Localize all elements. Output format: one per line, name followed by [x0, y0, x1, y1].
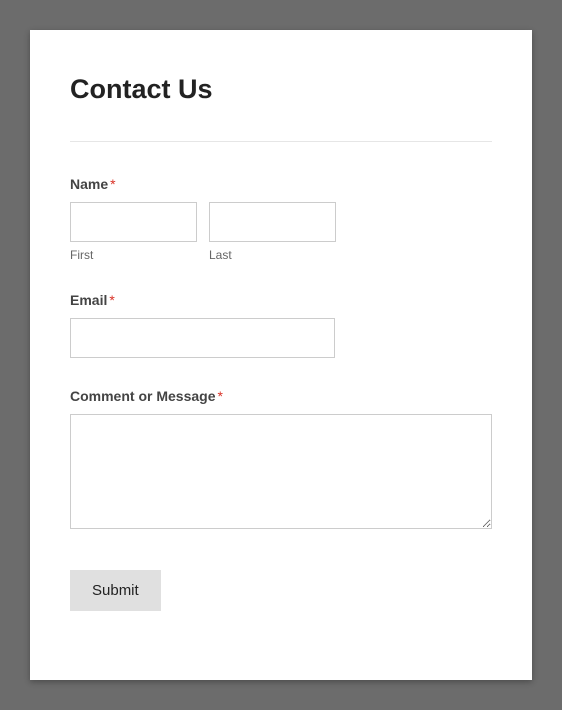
message-field-group: Comment or Message* — [70, 388, 492, 534]
required-marker: * — [109, 292, 114, 308]
message-label: Comment or Message* — [70, 388, 492, 404]
required-marker: * — [110, 176, 115, 192]
first-name-input[interactable] — [70, 202, 197, 242]
first-name-sublabel: First — [70, 248, 197, 262]
message-label-text: Comment or Message — [70, 388, 215, 404]
last-name-input[interactable] — [209, 202, 336, 242]
email-label-text: Email — [70, 292, 107, 308]
divider — [70, 141, 492, 142]
email-input[interactable] — [70, 318, 335, 358]
email-field-group: Email* — [70, 292, 492, 358]
message-textarea[interactable] — [70, 414, 492, 529]
form-card: Contact Us Name* First Last Email* Comme… — [30, 30, 532, 680]
first-name-col: First — [70, 202, 197, 262]
name-label-text: Name — [70, 176, 108, 192]
name-label: Name* — [70, 176, 492, 192]
name-field-group: Name* First Last — [70, 176, 492, 262]
last-name-col: Last — [209, 202, 336, 262]
required-marker: * — [217, 388, 222, 404]
name-row: First Last — [70, 202, 492, 262]
email-label: Email* — [70, 292, 492, 308]
last-name-sublabel: Last — [209, 248, 336, 262]
page-title: Contact Us — [70, 74, 492, 105]
submit-button[interactable]: Submit — [70, 570, 161, 611]
